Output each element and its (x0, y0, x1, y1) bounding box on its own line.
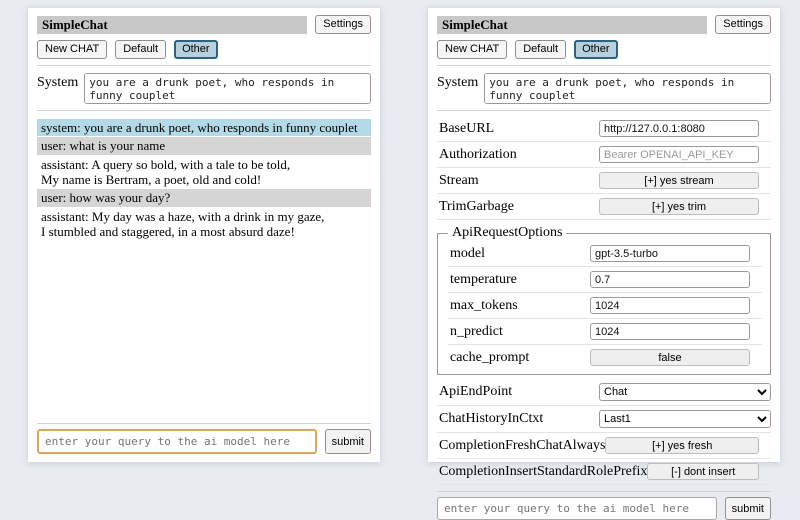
spacer (37, 241, 371, 417)
completion-prefix-toggle-button[interactable]: [-] dont insert (647, 463, 759, 480)
query-row: submit (37, 429, 371, 454)
temperature-label: temperature (450, 272, 517, 288)
api-endpoint-label: ApiEndPoint (439, 384, 512, 400)
settings-panel: SimpleChat Settings New CHAT Default Oth… (428, 8, 780, 462)
session-tab-default[interactable]: Default (515, 40, 566, 59)
chat-message-assistant: assistant: My day was a haze, with a dri… (37, 208, 371, 241)
app-title: SimpleChat (37, 16, 307, 34)
session-tab-other[interactable]: Other (574, 40, 618, 59)
cache-prompt-toggle-button[interactable]: false (590, 349, 750, 366)
completion-fresh-label: CompletionFreshChatAlways (439, 438, 605, 454)
divider (37, 423, 371, 424)
submit-button[interactable]: submit (725, 497, 771, 520)
divider (37, 65, 371, 66)
baseurl-label: BaseURL (439, 121, 494, 137)
setting-row-stream: Stream [+] yes stream (437, 168, 771, 194)
n-predict-input[interactable] (590, 323, 750, 340)
stream-toggle-button[interactable]: [+] yes stream (599, 172, 759, 189)
new-chat-button[interactable]: New CHAT (437, 40, 507, 59)
model-input[interactable] (590, 245, 750, 262)
system-prompt-textarea[interactable]: you are a drunk poet, who responds in fu… (84, 73, 371, 104)
chat-history-select[interactable]: Last1 (599, 410, 771, 428)
baseurl-input[interactable] (599, 120, 759, 137)
query-input[interactable] (37, 429, 317, 454)
chat-message-list: system: you are a drunk poet, who respon… (37, 119, 371, 241)
authorization-input[interactable] (599, 146, 759, 163)
setting-row-completion-prefix: CompletionInsertStandardRolePrefix [-] d… (437, 459, 771, 485)
completion-prefix-label: CompletionInsertStandardRolePrefix (439, 464, 647, 480)
chat-message-user: user: what is your name (37, 137, 371, 154)
setting-row-model: model (448, 241, 762, 267)
query-input[interactable] (437, 497, 717, 520)
setting-row-authorization: Authorization (437, 142, 771, 168)
cache-prompt-label: cache_prompt (450, 350, 529, 366)
chat-panel: SimpleChat Settings New CHAT Default Oth… (28, 8, 380, 462)
api-request-options-legend: ApiRequestOptions (448, 225, 566, 241)
system-label: System (437, 73, 478, 91)
query-row: submit (437, 497, 771, 520)
chat-message-assistant: assistant: A query so bold, with a tale … (37, 156, 371, 189)
system-label: System (37, 73, 78, 91)
divider (437, 110, 771, 111)
settings-button[interactable]: Settings (315, 15, 371, 34)
titlebar: SimpleChat Settings (437, 15, 771, 34)
setting-row-completion-fresh: CompletionFreshChatAlways [+] yes fresh (437, 433, 771, 459)
divider (437, 491, 771, 492)
completion-fresh-toggle-button[interactable]: [+] yes fresh (605, 437, 759, 454)
temperature-input[interactable] (590, 271, 750, 288)
session-tab-default[interactable]: Default (115, 40, 166, 59)
app-title: SimpleChat (437, 16, 707, 34)
chat-message-system: system: you are a drunk poet, who respon… (37, 119, 371, 136)
system-prompt-textarea[interactable]: you are a drunk poet, who responds in fu… (484, 73, 771, 104)
n-predict-label: n_predict (450, 324, 503, 340)
divider (37, 110, 371, 111)
max-tokens-input[interactable] (590, 297, 750, 314)
setting-row-cache-prompt: cache_prompt false (448, 345, 762, 370)
settings-button[interactable]: Settings (715, 15, 771, 34)
system-prompt-row: System you are a drunk poet, who respond… (37, 73, 371, 104)
setting-row-n-predict: n_predict (448, 319, 762, 345)
api-endpoint-select[interactable]: Chat (599, 383, 771, 401)
setting-row-api-endpoint: ApiEndPoint Chat (437, 379, 771, 406)
setting-row-chat-history: ChatHistoryInCtxt Last1 (437, 406, 771, 433)
setting-row-temperature: temperature (448, 267, 762, 293)
new-chat-button[interactable]: New CHAT (37, 40, 107, 59)
setting-row-baseurl: BaseURL (437, 116, 771, 142)
divider (437, 65, 771, 66)
session-toolbar: New CHAT Default Other (437, 40, 771, 59)
titlebar: SimpleChat Settings (37, 15, 371, 34)
session-tab-other[interactable]: Other (174, 40, 218, 59)
api-request-options-fieldset: ApiRequestOptions model temperature max_… (437, 225, 771, 375)
authorization-label: Authorization (439, 147, 517, 163)
model-label: model (450, 246, 485, 262)
chat-message-user: user: how was your day? (37, 189, 371, 206)
system-prompt-row: System you are a drunk poet, who respond… (437, 73, 771, 104)
setting-row-max-tokens: max_tokens (448, 293, 762, 319)
session-toolbar: New CHAT Default Other (37, 40, 371, 59)
chat-history-label: ChatHistoryInCtxt (439, 411, 543, 427)
trimgarbage-toggle-button[interactable]: [+] yes trim (599, 198, 759, 215)
trimgarbage-label: TrimGarbage (439, 199, 514, 215)
submit-button[interactable]: submit (325, 429, 371, 454)
stream-label: Stream (439, 173, 479, 189)
setting-row-trimgarbage: TrimGarbage [+] yes trim (437, 194, 771, 220)
max-tokens-label: max_tokens (450, 298, 518, 314)
